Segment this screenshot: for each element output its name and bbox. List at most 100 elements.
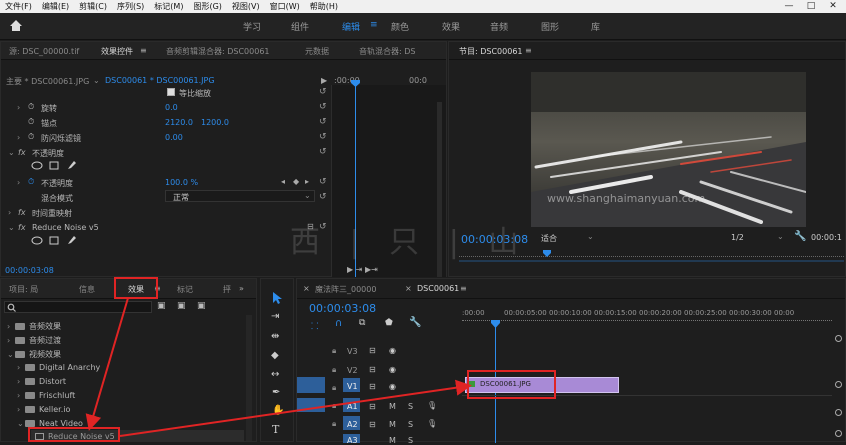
reset-blend-icon[interactable]: ↺ [319,192,327,202]
menu-help[interactable]: 帮助(H) [305,1,343,12]
selection-tool-icon[interactable] [271,291,283,304]
play-only-icon[interactable]: ▶ [321,76,327,85]
v2-lock-icon[interactable]: 🔒︎ [332,365,336,375]
rotation-stopwatch-icon[interactable]: ⏱ [28,102,34,112]
v1-sync-icon[interactable]: ⊟ [369,382,376,391]
track-v1-label[interactable]: V1 [347,382,358,391]
chevron-right-icon[interactable]: › [17,377,25,386]
program-playhead-icon[interactable] [543,250,551,258]
chevron-right-icon[interactable]: › [17,363,25,372]
v1-eye-icon[interactable]: ◉ [389,382,396,391]
tab-effect-controls-menu[interactable]: ≡ [140,46,147,55]
razor-tool-icon[interactable]: ◆ [271,350,279,361]
chevron-right-icon[interactable]: › [7,336,15,345]
tab-project[interactable]: 项目: 局 [9,284,38,295]
maximize-button[interactable]: □ [800,0,822,13]
slip-tool-icon[interactable]: ↔ [271,369,279,380]
workspace-effects[interactable]: 效果 [442,20,460,33]
fit-select[interactable]: 适合 [541,233,557,244]
pen-mask-icon[interactable] [67,160,77,170]
rotation-value[interactable]: 0.0 [165,103,178,112]
a2-lock-icon[interactable]: 🔒︎ [332,419,336,429]
menu-window[interactable]: 窗口(W) [265,1,305,12]
a1-mic-icon[interactable]: 🎙︎ [427,401,437,410]
uniform-scale-checkbox[interactable] [167,88,175,96]
linked-selection-icon[interactable]: ⧉ [359,318,365,328]
effects-scrollbar[interactable] [246,315,252,441]
timeline-wrench-icon[interactable]: 🔧 [409,317,421,328]
add-marker-icon[interactable]: ⬟ [385,318,393,328]
sequence-clip-label[interactable]: DSC00061 * DSC00061.JPG [105,76,215,85]
fx-icon[interactable]: fx [18,148,26,157]
workspace-graphics[interactable]: 图形 [541,20,559,33]
tree-item-keller-io[interactable]: › Keller.io [17,405,70,414]
track-a2-label[interactable]: A2 [347,420,358,429]
close-active-tab-icon[interactable]: × [405,284,412,293]
workspace-editing[interactable]: 编辑 [342,20,360,33]
chevron-right-icon[interactable]: › [17,391,25,400]
tree-item-digital-anarchy[interactable]: › Digital Anarchy [17,363,100,372]
fx-icon[interactable]: fx [18,223,26,232]
fx-icon[interactable]: fx [18,208,26,217]
timeline-timecode[interactable]: 00:00:03:08 [309,302,376,315]
workspace-learn[interactable]: 学习 [243,20,261,33]
quality-chevron-icon[interactable]: ⌄ [777,232,784,241]
flicker-expand-icon[interactable]: › [17,133,20,142]
menu-graphics[interactable]: 图形(G) [188,1,226,12]
timeline-menu-icon[interactable]: ≡ [460,284,467,293]
workspace-color[interactable]: 颜色 [391,20,409,33]
program-menu-icon[interactable]: ≡ [525,46,532,55]
reset-flicker-icon[interactable]: ↺ [319,132,327,142]
track-a3-label[interactable]: A3 [347,436,358,445]
a3-mute-button[interactable]: M [389,436,396,445]
tree-item-distort[interactable]: › Distort [17,377,66,386]
rect-mask-icon[interactable] [49,161,59,170]
next-keyframe-icon[interactable]: ▸ [305,177,309,186]
type-tool-icon[interactable]: T [272,423,279,436]
time-remap-expand-icon[interactable]: › [8,208,11,217]
v2-sync-icon[interactable]: ⊟ [369,365,376,374]
tab-metadata[interactable]: 元数据 [305,46,329,57]
tab-markers[interactable]: 标记 [177,284,193,295]
tree-item-video-effects[interactable]: ⌄ 视频效果 [7,349,61,360]
a1-sync-icon[interactable]: ⊟ [369,402,376,411]
workspace-menu-icon[interactable]: ≡ [370,20,378,30]
ripple-edit-tool-icon[interactable]: ⇹ [271,331,279,342]
clip-dropdown-chevron[interactable]: ⌄ [93,76,100,85]
workspace-libraries[interactable]: 库 [591,20,600,33]
tree-item-audio-effects[interactable]: › 音频效果 [7,321,61,332]
wrench-icon[interactable]: 🔧 [794,231,806,242]
a1-solo-button[interactable]: S [408,402,413,411]
program-title[interactable]: 节目: DSC00061 [459,46,523,57]
a2-mute-button[interactable]: M [389,420,396,429]
effects-search-input[interactable] [4,301,152,313]
menu-clip[interactable]: 剪辑(C) [74,1,112,12]
flicker-value[interactable]: 0.00 [165,133,183,142]
tab-sequence-other[interactable]: 魔法阵三_00000 [315,284,376,295]
timeline-ruler[interactable]: :00:00 00:00:05:00 00:00:10:00 00:00:15:… [462,309,832,325]
flicker-stopwatch-icon[interactable]: ⏱ [28,132,34,142]
home-icon[interactable] [9,19,23,32]
chevron-right-icon[interactable]: › [17,405,25,414]
close-button[interactable]: ✕ [822,0,844,13]
menu-edit[interactable]: 编辑(E) [37,1,74,12]
accelerated-effects-icon[interactable]: ▣ [157,301,166,311]
prev-keyframe-icon[interactable]: ◂ [281,177,285,186]
v3-eye-icon[interactable]: ◉ [389,346,396,355]
v1-lock-icon[interactable]: 🔒︎ [332,383,336,393]
a3-solo-button[interactable]: S [408,436,413,445]
tree-item-audio-transitions[interactable]: › 音频过渡 [7,335,61,346]
ec-timecode[interactable]: 00:00:03:08 [5,266,54,275]
tab-audio-clip-mixer[interactable]: 音频剪辑混合器: DSC00061 [166,46,270,57]
timeline-vertical-scroll[interactable] [833,327,845,443]
opacity-group-expand-icon[interactable]: ⌄ [8,148,15,157]
close-tab-icon[interactable]: × [303,284,310,293]
ellipse-mask-icon[interactable] [31,161,43,170]
pen-tool-icon[interactable]: ✒ [272,387,280,398]
fit-chevron-icon[interactable]: ⌄ [587,232,594,241]
opacity-expand-icon[interactable]: › [17,178,20,187]
tab-source[interactable]: 源: DSC_00000.tif [9,46,79,57]
a2-mic-icon[interactable]: 🎙︎ [427,419,437,428]
v2-eye-icon[interactable]: ◉ [389,365,396,374]
yuv-effects-icon[interactable]: ▣ [197,301,206,311]
